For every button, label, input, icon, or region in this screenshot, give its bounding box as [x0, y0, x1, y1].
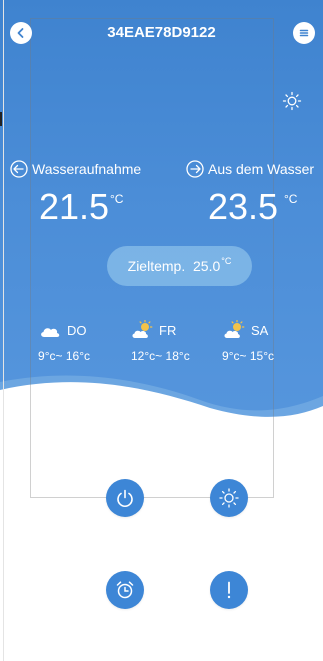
- timer-button[interactable]: [106, 571, 144, 609]
- sun-icon: [219, 488, 239, 508]
- target-temp-label: Zieltemp.: [127, 258, 186, 274]
- left-edge-rule: [3, 0, 4, 661]
- power-icon: [117, 489, 133, 507]
- sun-icon[interactable]: [282, 91, 302, 111]
- menu-icon: [299, 29, 309, 37]
- power-button[interactable]: [106, 479, 144, 517]
- water-in-unit: °C: [110, 192, 124, 206]
- target-temp-pill[interactable]: Zieltemp. 25.0 °C: [107, 246, 252, 286]
- water-out-text: Aus dem Wasser: [208, 161, 315, 177]
- water-out-label: Aus dem Wasser: [185, 159, 314, 179]
- water-in-text: Wasseraufnahme: [32, 161, 142, 177]
- target-temp-unit: °C: [221, 256, 232, 266]
- partly-sunny-icon: [132, 320, 153, 338]
- water-out-temp: 23.5: [208, 186, 279, 227]
- mode-button[interactable]: [210, 479, 248, 517]
- forecast-range-2: 12°c~ 18°c: [131, 349, 190, 363]
- alert-button[interactable]: [210, 571, 248, 609]
- forecast-day-3: SA: [251, 323, 269, 338]
- forecast-range-1: 9°c~ 16°c: [38, 349, 91, 363]
- edge-mark: [0, 112, 2, 126]
- wave-decoration: [0, 375, 323, 440]
- arrow-in-icon: [10, 160, 28, 178]
- arrow-out-icon: [186, 160, 204, 178]
- forecast-day-2: FR: [159, 323, 177, 338]
- app-screen: 34EAE78D9122 Wasseraufnahme Aus dem Wass…: [0, 0, 323, 661]
- exclamation-icon: [227, 581, 231, 599]
- water-out-unit: °C: [284, 192, 298, 206]
- forecast-day-1: DO: [67, 323, 87, 338]
- menu-button[interactable]: [293, 22, 315, 44]
- target-temp-value: 25.0: [193, 258, 221, 274]
- water-in-label: Wasseraufnahme: [9, 159, 141, 179]
- cloudy-icon: [41, 328, 60, 337]
- alarm-clock-icon: [116, 581, 134, 599]
- forecast-range-3: 9°c~ 15°c: [222, 349, 275, 363]
- partly-sunny-icon: [224, 320, 245, 338]
- water-in-temp: 21.5: [39, 186, 110, 227]
- device-title: 34EAE78D9122: [107, 24, 216, 41]
